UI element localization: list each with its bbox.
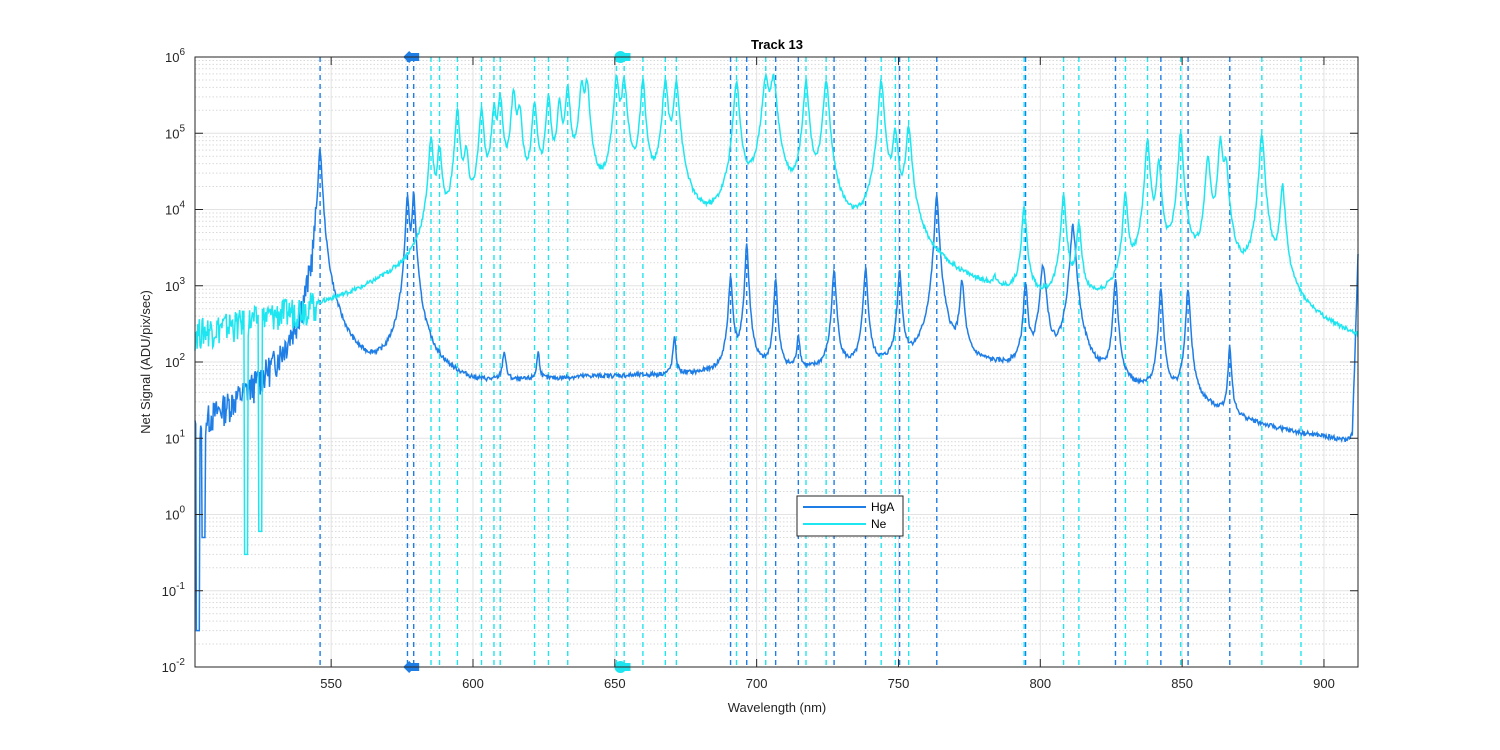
x-tick-label: 650 <box>604 676 626 691</box>
y-tick-label: 10-2 <box>162 657 186 675</box>
spectrum-chart: Track 13 550 600 650 700 750 800 850 900 10-2 10-… <box>138 37 1359 715</box>
x-tick-label: 750 <box>888 676 910 691</box>
y-tick-label: 102 <box>165 352 185 370</box>
legend: HgA Ne <box>796 495 904 537</box>
legend-label-ne: Ne <box>871 517 887 531</box>
chart-title: Track 13 <box>751 37 803 52</box>
x-axis-title: Wavelength (nm) <box>728 700 827 715</box>
x-tick-label: 600 <box>462 676 484 691</box>
x-tick-label: 800 <box>1029 676 1051 691</box>
y-tick-label: 104 <box>165 200 185 218</box>
x-tick-label: 900 <box>1313 676 1335 691</box>
y-tick-label: 105 <box>165 123 185 141</box>
y-axis-title: Net Signal (ADU/pix/sec) <box>138 290 153 434</box>
x-tick-label: 850 <box>1171 676 1193 691</box>
y-tick-label: 10-1 <box>162 581 186 599</box>
y-tick-label: 106 <box>165 47 185 65</box>
y-tick-label: 101 <box>165 428 185 446</box>
x-tick-label: 550 <box>320 676 342 691</box>
legend-label-hga: HgA <box>871 500 894 514</box>
y-tick-label: 100 <box>165 505 185 523</box>
x-tick-label: 700 <box>746 676 768 691</box>
y-tick-label: 103 <box>165 276 185 294</box>
